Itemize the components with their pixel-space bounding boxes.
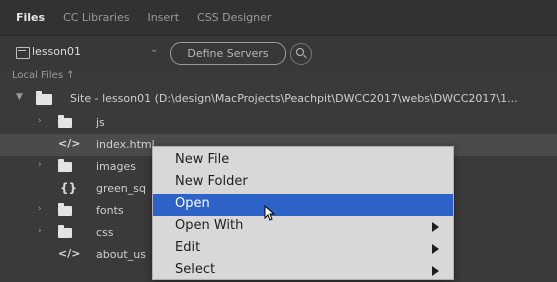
menu-item-new-file[interactable]: New File: [153, 150, 453, 172]
search-icon[interactable]: [290, 43, 312, 65]
expand-arrow-icon[interactable]: ›: [38, 226, 42, 236]
menu-item-label: Open: [175, 196, 210, 211]
tab-insert[interactable]: Insert: [147, 11, 179, 24]
tree-item-label: about_us: [96, 248, 146, 261]
expand-arrow-icon[interactable]: ›: [38, 204, 42, 214]
site-root-label: Site - lesson01 (D:\design\MacProjects\P…: [70, 92, 518, 105]
code-file-icon: </>: [58, 137, 81, 150]
menu-item-new-folder[interactable]: New Folder: [153, 172, 453, 194]
panel-tab-bar: Files CC Libraries Insert CSS Designer: [0, 0, 557, 36]
mouse-cursor-icon: [264, 205, 276, 221]
tree-row-site[interactable]: ▼ Site - lesson01 (D:\design\MacProjects…: [0, 88, 557, 110]
files-toolbar: lesson01 ⌄ Define Servers: [0, 36, 557, 70]
code-file-icon: </>: [58, 247, 81, 260]
menu-item-label: Edit: [175, 240, 201, 255]
expand-arrow-icon[interactable]: ›: [38, 116, 42, 126]
tree-row-js[interactable]: › js: [0, 112, 557, 134]
menu-item-label: Open With: [175, 218, 244, 233]
braces-file-icon: {}: [60, 181, 78, 195]
define-servers-button[interactable]: Define Servers: [170, 42, 286, 65]
menu-item-label: Select: [175, 262, 216, 277]
collapse-arrow-icon[interactable]: ▼: [16, 92, 23, 102]
tree-item-label: green_sq: [96, 182, 146, 195]
menu-item-open[interactable]: Open: [153, 194, 453, 216]
menu-item-label: New Folder: [175, 174, 248, 189]
tab-files[interactable]: Files: [16, 11, 45, 24]
folder-icon: [58, 115, 72, 128]
folder-icon: [58, 203, 72, 216]
tab-css-designer[interactable]: CSS Designer: [197, 11, 271, 24]
submenu-arrow-icon: [432, 244, 439, 254]
folder-icon: [58, 225, 72, 238]
site-folder-icon: [36, 91, 52, 105]
submenu-arrow-icon: [432, 222, 439, 232]
context-menu: New File New Folder Open Open With Edit …: [152, 146, 454, 280]
folder-icon: [58, 159, 72, 172]
tree-item-label: images: [96, 160, 136, 173]
tree-item-label: css: [96, 226, 114, 239]
tab-cc-libraries[interactable]: CC Libraries: [63, 11, 129, 24]
tree-item-label: js: [96, 116, 105, 129]
site-icon: [16, 47, 30, 59]
menu-item-edit[interactable]: Edit: [153, 238, 453, 260]
tree-item-label: index.html: [96, 138, 155, 151]
menu-item-select[interactable]: Select: [153, 260, 453, 282]
tree-item-label: fonts: [96, 204, 124, 217]
expand-arrow-icon[interactable]: ›: [38, 160, 42, 170]
menu-item-label: New File: [175, 152, 230, 167]
chevron-down-icon[interactable]: ⌄: [150, 44, 158, 55]
local-files-header[interactable]: Local Files ↑: [12, 70, 75, 81]
submenu-arrow-icon: [432, 266, 439, 276]
menu-item-open-with[interactable]: Open With: [153, 216, 453, 238]
site-selector[interactable]: lesson01: [32, 45, 81, 58]
